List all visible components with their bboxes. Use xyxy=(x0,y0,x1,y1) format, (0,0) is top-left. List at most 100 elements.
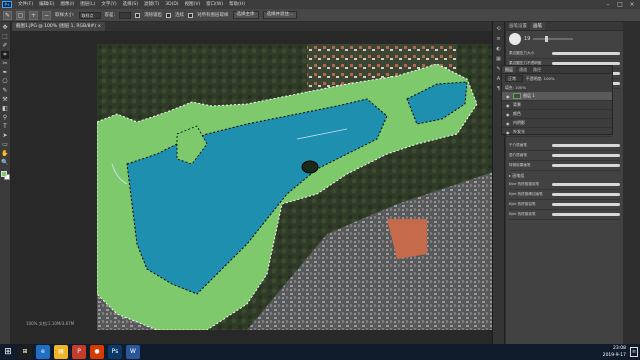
brush-item[interactable]: 干介质画笔 xyxy=(509,141,620,151)
maximize-button[interactable]: □ xyxy=(614,0,626,9)
brush-group-header[interactable]: ▸ 画笔组 xyxy=(509,171,620,180)
system-clock[interactable]: 23:08 2019-9-17 xyxy=(603,345,626,359)
menu-image[interactable]: 图像(I) xyxy=(57,0,77,9)
word-icon[interactable]: W xyxy=(126,345,140,359)
menu-view[interactable]: 视图(V) xyxy=(182,0,204,9)
brush-item[interactable]: Kyle 的终极硬边画笔 xyxy=(509,190,620,200)
magic-wand-tool-icon[interactable]: ⌗ xyxy=(1,51,9,59)
marquee-tool-icon[interactable]: ⬚ xyxy=(1,33,9,41)
rectangle-tool-icon[interactable]: ▭ xyxy=(1,141,9,149)
type-tool-icon[interactable]: T xyxy=(1,123,9,131)
app-icon[interactable]: ● xyxy=(90,345,104,359)
browser-icon[interactable]: e xyxy=(36,345,50,359)
fill-label[interactable]: 填充: 100% xyxy=(505,85,526,91)
photoshop-icon[interactable]: Ps xyxy=(108,345,122,359)
menu-3d[interactable]: 3D(D) xyxy=(162,0,181,9)
tab-paths[interactable]: 路径 xyxy=(530,66,544,73)
properties-icon[interactable]: ≡ xyxy=(495,36,502,43)
eye-icon[interactable]: ◉ xyxy=(506,103,511,108)
stamp-tool-icon[interactable]: ⚒ xyxy=(1,96,9,104)
powerpoint-icon[interactable]: P xyxy=(72,345,86,359)
add-selection-icon[interactable]: + xyxy=(29,10,38,20)
layer-row[interactable]: ◉ 背景 xyxy=(502,101,612,110)
brush-stroke-preview xyxy=(552,144,620,147)
menu-type[interactable]: 文字(Y) xyxy=(98,0,119,9)
crop-tool-icon[interactable]: ✂ xyxy=(1,60,9,68)
eye-icon[interactable]: ◉ xyxy=(506,112,511,117)
layer-row[interactable]: ◉ 外发光 xyxy=(502,128,612,137)
hand-tool-icon[interactable]: ✋ xyxy=(1,150,9,158)
brush-size-value: 19 xyxy=(524,36,531,42)
menu-file[interactable]: 文件(F) xyxy=(15,0,36,9)
brush-item[interactable]: Kyle 的终极炭笔 xyxy=(509,210,620,220)
tolerance-input[interactable] xyxy=(119,11,132,19)
foreground-color[interactable] xyxy=(0,171,7,177)
document-tab[interactable]: 截图1.JPG @ 100% (图层 1, RGB/8#) × xyxy=(12,22,106,31)
brush-name: Kyle 的终极铅笔 xyxy=(509,202,536,206)
satellite-map-image[interactable] xyxy=(97,44,517,330)
sample-size-select[interactable]: 取样点 xyxy=(78,11,101,19)
menu-filter[interactable]: 滤镜(T) xyxy=(141,0,162,9)
taskview-icon[interactable]: ⊞ xyxy=(18,345,32,359)
menu-window[interactable]: 窗口(W) xyxy=(203,0,226,9)
tab-brush-settings[interactable]: 画笔设置 xyxy=(506,22,530,30)
menu-help[interactable]: 帮助(H) xyxy=(226,0,248,9)
tab-brushes[interactable]: 画笔 xyxy=(530,22,545,30)
gradient-tool-icon[interactable]: ◧ xyxy=(1,105,9,113)
layer-controls: 正常 不透明度: 100% xyxy=(502,74,612,83)
layer-row[interactable]: ◉ 颜色 xyxy=(502,110,612,119)
slider-knob[interactable] xyxy=(545,36,549,42)
brush-item[interactable]: 特殊效果画笔 xyxy=(509,161,620,171)
history-icon[interactable]: ⟲ xyxy=(495,26,502,33)
windows-start-icon[interactable]: ⊞ xyxy=(0,344,16,360)
all-layers-checkbox[interactable] xyxy=(188,12,194,18)
brush-item[interactable]: 湿介质画笔 xyxy=(509,151,620,161)
tab-channels[interactable]: 通道 xyxy=(516,66,530,73)
brush-item[interactable]: 柔边圆压力大小 xyxy=(509,49,620,59)
options-bar: ✎ ▢ + − 取样大小: 取样点 容差: 消除锯齿 连续 对所有图层取样 选择… xyxy=(0,9,640,22)
antialias-checkbox[interactable] xyxy=(135,12,141,18)
layer-row[interactable]: ◉ 内阴影 xyxy=(502,119,612,128)
eye-icon[interactable]: ◉ xyxy=(506,130,511,135)
menu-edit[interactable]: 编辑(E) xyxy=(36,0,57,9)
all-layers-label: 对所有图层取样 xyxy=(197,13,229,18)
brush-size-slider[interactable] xyxy=(533,36,574,42)
canvas-area[interactable]: 100% 文档:1.10M/3.67M xyxy=(12,31,517,344)
new-selection-icon[interactable]: ▢ xyxy=(16,10,25,20)
brush-stroke-preview xyxy=(552,193,620,196)
layer-row[interactable]: ◉ 图层 1 xyxy=(502,92,612,101)
menu-layer[interactable]: 图层(L) xyxy=(77,0,98,9)
tab-layers[interactable]: 图层 xyxy=(502,66,516,73)
eye-icon[interactable]: ◉ xyxy=(506,121,511,126)
opacity-label[interactable]: 不透明度: 100% xyxy=(526,76,555,82)
healing-tool-icon[interactable]: ⎔ xyxy=(1,78,9,86)
minimize-button[interactable]: – xyxy=(602,0,614,9)
move-tool-icon[interactable]: ✥ xyxy=(1,24,9,32)
eye-icon[interactable]: ◉ xyxy=(506,94,511,99)
subtract-selection-icon[interactable]: − xyxy=(42,10,51,20)
brush-tool-icon[interactable]: ✎ xyxy=(1,87,9,95)
path-selection-tool-icon[interactable]: ➤ xyxy=(1,132,9,140)
lasso-tool-icon[interactable]: ✐ xyxy=(1,42,9,50)
adjustments-icon[interactable]: ◐ xyxy=(495,46,502,53)
tools-panel: ✥ ⬚ ✐ ⌗ ✂ ✒ ⎔ ✎ ⚒ ◧ ⚲ T ➤ ▭ ✋ 🔍 xyxy=(0,22,11,344)
explorer-icon[interactable]: ▤ xyxy=(54,345,68,359)
brush-item[interactable]: Kyle 的终极铅笔 xyxy=(509,200,620,210)
swatches-icon[interactable]: ▦ xyxy=(495,56,502,63)
menu-select[interactable]: 选择(S) xyxy=(120,0,141,9)
island-small xyxy=(301,160,319,174)
zoom-tool-icon[interactable]: 🔍 xyxy=(1,159,9,167)
eyedropper-tool-icon[interactable]: ✒ xyxy=(1,69,9,77)
brush-item[interactable]: Kyle 的终极粗炭笔 xyxy=(509,180,620,190)
notification-icon[interactable]: ≡ xyxy=(630,347,638,357)
clock-date: 2019-9-17 xyxy=(602,353,626,358)
select-and-mask-button[interactable]: 选择并遮住... xyxy=(262,11,298,19)
dodge-tool-icon[interactable]: ⚲ xyxy=(1,114,9,122)
close-button[interactable]: × xyxy=(626,0,638,9)
color-swatches[interactable] xyxy=(0,171,10,181)
contiguous-checkbox[interactable] xyxy=(166,12,172,18)
select-subject-button[interactable]: 选择主体 xyxy=(232,11,259,19)
eyedropper-tool-icon[interactable]: ✎ xyxy=(3,10,12,20)
blend-mode-select[interactable]: 正常 xyxy=(505,75,523,82)
clock-time: 23:08 xyxy=(613,346,626,351)
